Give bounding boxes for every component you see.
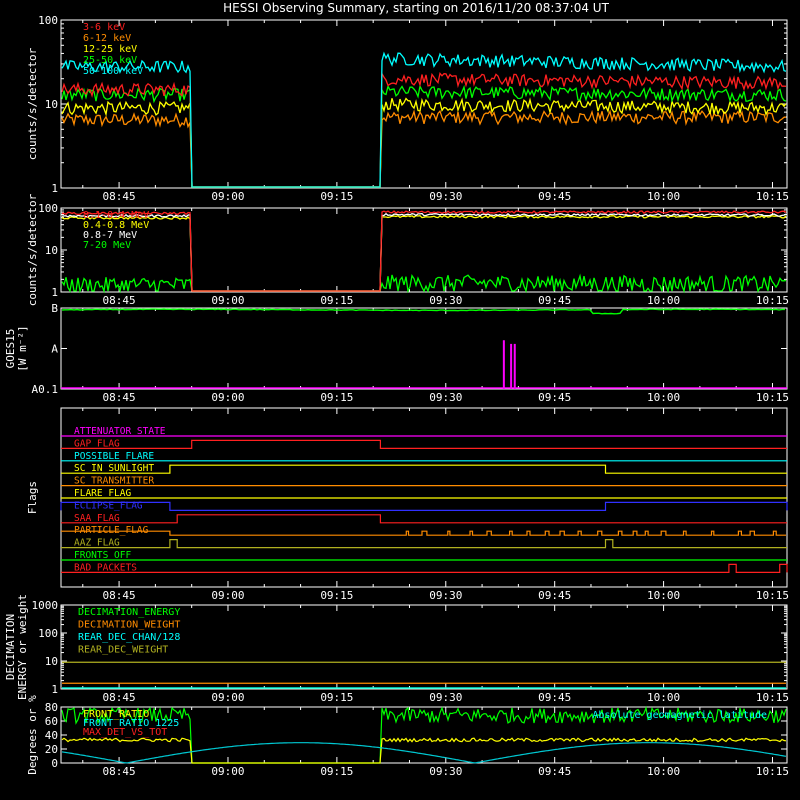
lo-y-tick-label: 10 [45, 98, 58, 111]
lo-legend-0: 3-6 keV [83, 22, 125, 33]
flags-time-tick-label: 09:15 [320, 589, 353, 602]
hi-time-tick-label: 08:45 [103, 294, 136, 307]
figure-title: HESSI Observing Summary, starting on 201… [223, 1, 609, 15]
hi-time-tick-label: 10:15 [756, 294, 789, 307]
dec-time-tick-label: 10:15 [756, 691, 789, 704]
dec-time-tick-label: 09:45 [538, 691, 571, 704]
hi-y-tick-label: 1 [51, 286, 58, 299]
ratio-y-tick-label: 60 [45, 715, 58, 728]
hi-time-tick-label: 09:00 [211, 294, 244, 307]
ratio-time-tick-label: 09:00 [211, 765, 244, 778]
lo-legend-2: 12-25 keV [83, 44, 137, 55]
hi-legend-3: 7-20 MeV [83, 240, 131, 251]
flag-label-3: SC_IN_SUNLIGHT [74, 463, 154, 474]
ratio-time-tick-label: 08:45 [103, 765, 136, 778]
flag-label-4: SC_TRANSMITTER [74, 476, 154, 487]
hi-time-tick-label: 10:00 [647, 294, 680, 307]
dec-ylabel2: ENERGY or weight [16, 594, 29, 700]
flag-label-10: FRONTS_OFF [74, 550, 131, 561]
ratio-time-tick-label: 09:45 [538, 765, 571, 778]
goes-time-tick-label: 09:30 [429, 391, 462, 404]
flags-time-tick-label: 09:45 [538, 589, 571, 602]
lo-time-tick-label: 09:15 [320, 190, 353, 203]
ratio-time-tick-label: 09:15 [320, 765, 353, 778]
dec-legend-0: DECIMATION_ENERGY [78, 607, 180, 618]
flag-label-9: AAZ_FLAG [74, 538, 120, 549]
dec-time-tick-label: 09:15 [320, 691, 353, 704]
goes-time-tick-label: 08:45 [103, 391, 136, 404]
goes-y-tick-label: B [51, 302, 58, 315]
goes-y-tick-label: A [51, 343, 58, 356]
lo-time-tick-label: 09:45 [538, 190, 571, 203]
goes-y-tick-label: A0.1 [32, 383, 59, 396]
flag-label-11: BAD_PACKETS [74, 562, 137, 573]
dec-y-tick-label: 1 [51, 683, 58, 696]
dec-legend-1: DECIMATION_WEIGHT [78, 620, 180, 631]
flags-time-tick-label: 10:15 [756, 589, 789, 602]
flag-label-2: POSSIBLE_FLARE [74, 451, 154, 462]
goes-time-tick-label: 09:45 [538, 391, 571, 404]
lo-y-tick-label: 1 [51, 182, 58, 195]
dec-y-tick-label: 100 [38, 627, 58, 640]
ratio-time-tick-label: 10:15 [756, 765, 789, 778]
hi-time-tick-label: 09:15 [320, 294, 353, 307]
dec-y-tick-label: 1000 [32, 599, 59, 612]
hi-y-tick-label: 10 [45, 244, 58, 257]
ratio-y-tick-label: 40 [45, 729, 58, 742]
ratio-annotation: Absolute geomagnetic latitude [592, 710, 767, 721]
dec-time-tick-label: 09:30 [429, 691, 462, 704]
goes-time-tick-label: 09:15 [320, 391, 353, 404]
lo-time-tick-label: 10:15 [756, 190, 789, 203]
flag-label-7: SAA_FLAG [74, 513, 120, 524]
lo-time-tick-label: 09:00 [211, 190, 244, 203]
observing-summary-figure: HESSI Observing Summary, starting on 201… [0, 0, 800, 800]
flags-time-tick-label: 08:45 [103, 589, 136, 602]
lo-legend-3: 25-50 keV [83, 55, 137, 66]
hi-time-tick-label: 09:30 [429, 294, 462, 307]
lo-time-tick-label: 08:45 [103, 190, 136, 203]
lo-time-tick-label: 09:30 [429, 190, 462, 203]
flags-ylabel: Flags [26, 481, 39, 514]
flags-time-tick-label: 09:30 [429, 589, 462, 602]
ratio-y-tick-label: 80 [45, 701, 58, 714]
hi-y-tick-label: 100 [38, 202, 58, 215]
ratio-ylabel: Degrees or % [26, 695, 39, 775]
hi-ylabel: counts/s/detector [26, 193, 39, 306]
flag-label-1: GAP_FLAG [74, 438, 120, 449]
dec-legend-3: REAR_DEC_WEIGHT [78, 645, 168, 656]
dec-time-tick-label: 10:00 [647, 691, 680, 704]
goes-time-tick-label: 09:00 [211, 391, 244, 404]
ratio-time-tick-label: 10:00 [647, 765, 680, 778]
hi-time-tick-label: 09:45 [538, 294, 571, 307]
ratio-y-tick-label: 20 [45, 743, 58, 756]
flag-label-0: ATTENUATOR_STATE [74, 426, 166, 437]
lo-time-tick-label: 10:00 [647, 190, 680, 203]
dec-time-tick-label: 09:00 [211, 691, 244, 704]
flags-time-tick-label: 10:00 [647, 589, 680, 602]
ratio-legend-2: MAX_DET_VS_TOT [83, 727, 167, 738]
goes-ylabel2: [W m⁻²] [16, 325, 29, 371]
dec-legend-2: REAR_DEC_CHAN/128 [78, 632, 180, 643]
goes-time-tick-label: 10:15 [756, 391, 789, 404]
dec-y-tick-label: 10 [45, 655, 58, 668]
flags-time-tick-label: 09:00 [211, 589, 244, 602]
lo-legend-1: 6-12 keV [83, 33, 131, 44]
lo-legend-4: 50-100 keV [83, 66, 143, 77]
lo-y-tick-label: 100 [38, 14, 58, 27]
dec-time-tick-label: 08:45 [103, 691, 136, 704]
flag-label-5: FLARE_FLAG [74, 488, 131, 499]
goes-time-tick-label: 10:00 [647, 391, 680, 404]
ratio-time-tick-label: 09:30 [429, 765, 462, 778]
lo-ylabel: counts/s/detector [26, 47, 39, 160]
ratio-y-tick-label: 0 [51, 757, 58, 770]
